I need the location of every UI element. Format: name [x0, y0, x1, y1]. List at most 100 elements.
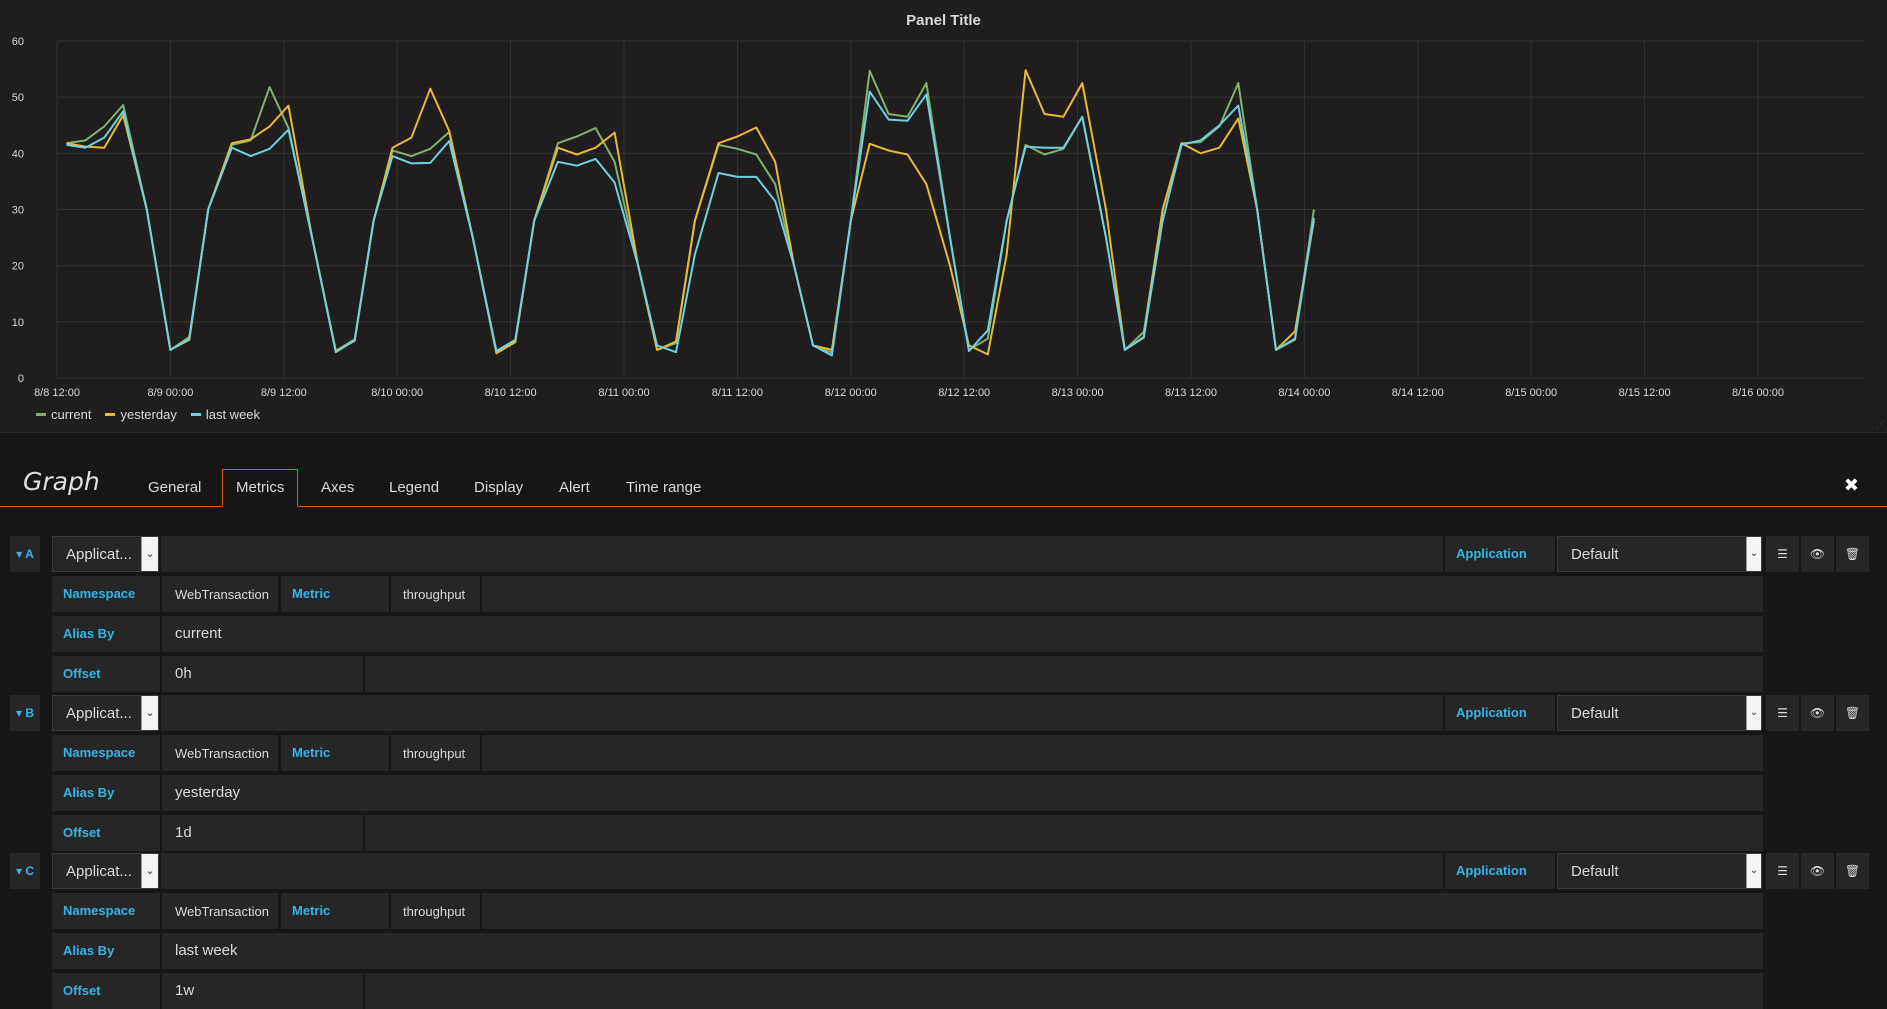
select-value: Default	[1571, 863, 1619, 880]
application-select[interactable]: Default ⌄	[1557, 695, 1762, 731]
resize-handle[interactable]: ⋰	[1876, 420, 1885, 429]
legend: current yesterday last week	[36, 407, 260, 422]
datasource-select[interactable]: Applicat... ⌄	[52, 695, 159, 731]
query-toggle-button[interactable]: 👁	[1801, 536, 1834, 572]
y-tick-label: 40	[12, 148, 24, 160]
series-line-yesterday	[66, 69, 1315, 356]
x-tick-label: 8/13 00:00	[1052, 387, 1104, 399]
offset-label: Offset	[52, 656, 160, 692]
query-remove-button[interactable]: 🗑	[1836, 536, 1869, 572]
metric-field[interactable]: throughput	[391, 735, 480, 771]
eye-icon: 👁	[1809, 547, 1826, 561]
namespace-label: Namespace	[52, 576, 160, 612]
y-tick-label: 20	[12, 261, 24, 273]
query-ref-toggle[interactable]: ▾ A	[10, 536, 40, 572]
chevron-down-icon: ⌄	[1746, 854, 1761, 888]
y-tick-label: 30	[12, 205, 24, 217]
namespace-field[interactable]: WebTransaction	[162, 893, 278, 929]
x-tick-label: 8/14 00:00	[1278, 387, 1330, 399]
offset-input[interactable]: 1w	[162, 973, 363, 1009]
legend-label: yesterday	[120, 407, 177, 422]
offset-value: 0h	[175, 665, 192, 682]
query-toggle-button[interactable]: 👁	[1801, 853, 1834, 889]
tab-legend[interactable]: Legend	[376, 470, 452, 505]
x-tick-label: 8/12 12:00	[938, 387, 990, 399]
alias-input[interactable]: yesterday	[162, 775, 1763, 811]
alias-input[interactable]: current	[162, 616, 1763, 652]
hamburger-icon: ☰	[1777, 706, 1788, 720]
query-remove-button[interactable]: 🗑	[1836, 853, 1869, 889]
metric-field[interactable]: throughput	[391, 893, 480, 929]
query-ref-letter: B	[25, 706, 35, 720]
namespace-label: Namespace	[52, 735, 160, 771]
legend-item-last-week[interactable]: last week	[190, 407, 260, 422]
datasource-select[interactable]: Applicat... ⌄	[52, 853, 159, 889]
offset-value: 1w	[175, 982, 195, 999]
x-tick-label: 8/8 12:00	[34, 387, 80, 399]
namespace-field[interactable]: WebTransaction	[162, 576, 278, 612]
tab-time-range[interactable]: Time range	[613, 470, 714, 505]
offset-row-spacer	[365, 973, 1763, 1009]
application-select[interactable]: Default ⌄	[1557, 536, 1762, 572]
tab-display[interactable]: Display	[461, 470, 536, 505]
line-chart[interactable]: 0 10 20 30 40 50 60 8/8 12:00 8/9 00:00 8/9 12:00…	[0, 0, 1887, 432]
metric-row-spacer	[482, 735, 1763, 771]
metric-label: Metric	[281, 893, 389, 929]
query-menu-button[interactable]: ☰	[1766, 695, 1799, 731]
trash-icon: 🗑	[1844, 864, 1861, 878]
namespace-label: Namespace	[52, 893, 160, 929]
alias-input[interactable]: last week	[162, 933, 1763, 969]
x-tick-label: 8/14 12:00	[1392, 387, 1444, 399]
alias-value: yesterday	[175, 784, 241, 801]
query-ref-toggle[interactable]: ▾ C	[10, 853, 40, 889]
namespace-field[interactable]: WebTransaction	[162, 735, 278, 771]
metric-value: throughput	[403, 587, 466, 602]
y-tick-label: 0	[18, 373, 24, 385]
select-value: Applicat...	[66, 546, 132, 563]
y-tick-label: 60	[12, 36, 24, 48]
close-button[interactable]: ✖	[1844, 475, 1859, 496]
x-tick-label: 8/15 12:00	[1619, 387, 1671, 399]
tab-axes[interactable]: Axes	[308, 470, 367, 505]
query-remove-button[interactable]: 🗑	[1836, 695, 1869, 731]
datasource-select[interactable]: Applicat... ⌄	[52, 536, 159, 572]
query-row-spacer	[161, 853, 1443, 889]
tab-general[interactable]: General	[135, 470, 214, 505]
alias-value: last week	[175, 942, 238, 959]
legend-label: current	[51, 407, 92, 422]
query-menu-button[interactable]: ☰	[1766, 536, 1799, 572]
editor-title: Graph	[23, 467, 100, 496]
application-select[interactable]: Default ⌄	[1557, 853, 1762, 889]
chevron-down-icon: ⌄	[1746, 696, 1761, 730]
x-tick-label: 8/10 12:00	[485, 387, 537, 399]
offset-row-spacer	[365, 815, 1763, 851]
chevron-down-icon: ▾	[16, 547, 23, 561]
legend-item-current[interactable]: current	[36, 407, 91, 422]
legend-item-yesterday[interactable]: yesterday	[105, 407, 177, 422]
chevron-down-icon: ▾	[15, 864, 22, 878]
metric-field[interactable]: throughput	[391, 576, 480, 612]
alias-label: Alias By	[52, 775, 160, 811]
chevron-down-icon: ⌄	[1746, 537, 1761, 571]
tab-alert[interactable]: Alert	[546, 470, 603, 505]
select-value: Default	[1571, 705, 1619, 722]
x-tick-label: 8/15 00:00	[1505, 387, 1557, 399]
y-tick-label: 50	[12, 92, 24, 104]
chevron-down-icon: ⌄	[141, 537, 158, 571]
query-menu-button[interactable]: ☰	[1766, 853, 1799, 889]
query-toggle-button[interactable]: 👁	[1801, 695, 1834, 731]
namespace-value: WebTransaction	[175, 904, 269, 919]
select-value: Default	[1571, 546, 1619, 563]
offset-input[interactable]: 1d	[162, 815, 363, 851]
query-ref-toggle[interactable]: ▾ B	[10, 695, 40, 731]
query-row-spacer	[161, 536, 1443, 572]
trash-icon: 🗑	[1844, 547, 1861, 561]
query-row-spacer	[161, 695, 1443, 731]
tab-metrics[interactable]: Metrics	[222, 469, 299, 507]
series-line-current	[66, 69, 1315, 354]
application-label: Application	[1445, 536, 1555, 572]
eye-icon: 👁	[1809, 864, 1826, 878]
metric-label: Metric	[281, 735, 389, 771]
offset-input[interactable]: 0h	[162, 656, 363, 692]
x-tick-label: 8/16 00:00	[1732, 387, 1784, 399]
